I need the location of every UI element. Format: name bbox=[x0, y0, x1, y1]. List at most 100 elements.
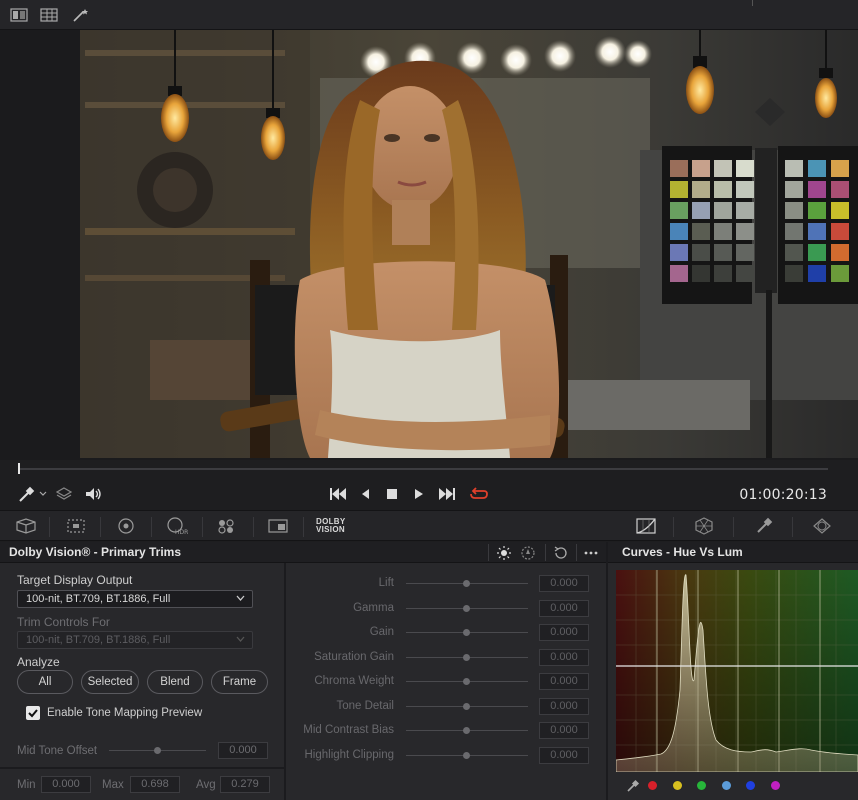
color-point-dot[interactable] bbox=[697, 781, 706, 790]
qualifier-grid-icon[interactable] bbox=[64, 517, 88, 535]
target-display-dropdown[interactable]: 100-nit, BT.709, BT.1886, Full bbox=[17, 590, 253, 608]
target-display-value: 100-nit, BT.709, BT.1886, Full bbox=[26, 593, 171, 605]
toolbar-separator bbox=[49, 517, 50, 537]
trim-value-field[interactable]: 0.000 bbox=[539, 673, 589, 690]
trim-value-field[interactable]: 0.000 bbox=[539, 722, 589, 739]
hdr-icon[interactable]: HDR bbox=[164, 517, 188, 535]
max-field[interactable]: 0.698 bbox=[130, 776, 180, 793]
curves-icon[interactable] bbox=[634, 517, 658, 535]
more-options-icon[interactable] bbox=[583, 545, 599, 561]
jump-to-end-icon[interactable] bbox=[437, 484, 457, 504]
curves-panel: Curves - Hue Vs Lum bbox=[608, 542, 858, 800]
toolbar-separator bbox=[202, 517, 203, 537]
step-back-icon[interactable] bbox=[358, 484, 372, 504]
speaker-icon[interactable] bbox=[84, 484, 102, 504]
grid-icon[interactable] bbox=[40, 8, 58, 22]
play-icon[interactable] bbox=[412, 484, 426, 504]
window-circle-icon[interactable] bbox=[114, 517, 138, 535]
toolbar-separator bbox=[100, 517, 101, 537]
magic-wand-icon[interactable] bbox=[72, 8, 90, 22]
palette-toolbar: HDR DOLBY VISION bbox=[0, 510, 858, 541]
brightness-icon[interactable] bbox=[496, 545, 512, 561]
svg-text:HDR: HDR bbox=[175, 529, 188, 535]
qualifier-eyedropper-icon[interactable] bbox=[752, 517, 776, 535]
trim-slider-knob[interactable] bbox=[463, 702, 470, 710]
toolbar-separator bbox=[151, 517, 152, 537]
trim-slider-knob[interactable] bbox=[463, 580, 470, 587]
color-point-dot[interactable] bbox=[672, 781, 682, 790]
vision-label: VISION bbox=[316, 525, 345, 534]
analyze-all-button[interactable]: All bbox=[17, 670, 73, 694]
dolby-vision-panel: Dolby Vision® - Primary Trims Target Dis… bbox=[0, 542, 606, 800]
color-point-dot[interactable] bbox=[648, 781, 657, 790]
tracker-icon[interactable] bbox=[214, 517, 238, 535]
mid-tone-offset-label: Mid Tone Offset bbox=[17, 745, 98, 757]
color-warper-icon[interactable] bbox=[14, 517, 38, 535]
mid-tone-offset-field[interactable]: 0.000 bbox=[218, 742, 268, 759]
playhead[interactable] bbox=[18, 463, 20, 474]
analyze-selected-button[interactable]: Selected bbox=[81, 670, 139, 694]
toolbar-separator bbox=[733, 517, 734, 537]
tone-mapping-checkbox[interactable] bbox=[26, 706, 40, 720]
header-separator bbox=[488, 544, 489, 561]
mid-tone-offset-knob[interactable] bbox=[154, 747, 161, 754]
min-field[interactable]: 0.000 bbox=[41, 776, 91, 793]
layers-icon[interactable] bbox=[56, 484, 72, 504]
curve-eyedropper-icon[interactable] bbox=[626, 779, 640, 793]
reset-icon[interactable] bbox=[553, 545, 569, 561]
timecode: 01:00:20:13 bbox=[739, 487, 827, 503]
analysis-icon[interactable] bbox=[520, 545, 536, 561]
trim-value-field[interactable]: 0.000 bbox=[539, 746, 589, 764]
stop-icon[interactable] bbox=[384, 484, 400, 504]
trim-value-field[interactable]: 0.000 bbox=[539, 599, 589, 617]
trim-label: Saturation Gain bbox=[314, 650, 394, 663]
panel-divider bbox=[606, 542, 608, 800]
trim-value-field[interactable]: 0.000 bbox=[539, 697, 589, 715]
analyze-blend-button[interactable]: Blend bbox=[147, 670, 203, 694]
sizing-icon[interactable] bbox=[266, 517, 290, 535]
trim-slider-knob[interactable] bbox=[463, 629, 470, 636]
toolbar-separator bbox=[253, 517, 254, 537]
video-frame[interactable] bbox=[80, 30, 858, 458]
toolbar-separator bbox=[673, 517, 674, 537]
header-separator bbox=[576, 544, 577, 561]
max-label: Max bbox=[102, 779, 124, 791]
viewer-layout-icon[interactable] bbox=[10, 8, 28, 22]
jump-to-start-icon[interactable] bbox=[328, 484, 348, 504]
trim-slider-knob[interactable] bbox=[463, 751, 470, 759]
chevron-down-icon bbox=[236, 636, 245, 642]
timeline-scrubber[interactable] bbox=[18, 468, 828, 470]
color-point-dot[interactable] bbox=[746, 781, 755, 790]
trim-value-field[interactable]: 0.000 bbox=[539, 624, 589, 641]
target-display-label: Target Display Output bbox=[17, 573, 133, 587]
color-point-dot[interactable] bbox=[721, 781, 731, 790]
eyedropper-icon[interactable] bbox=[18, 484, 48, 504]
top-toolbar bbox=[0, 0, 858, 30]
trim-slider-knob[interactable] bbox=[463, 604, 470, 612]
hue-vs-lum-graph[interactable] bbox=[616, 570, 858, 772]
trim-label: Gamma bbox=[353, 601, 394, 614]
panel-header: Dolby Vision® - Primary Trims bbox=[0, 542, 606, 563]
trim-value-field[interactable]: 0.000 bbox=[539, 648, 589, 666]
toolbar-divider bbox=[752, 0, 753, 6]
avg-field[interactable]: 0.279 bbox=[220, 776, 270, 793]
trim-label: Tone Detail bbox=[336, 699, 394, 712]
color-warper-hex-icon[interactable] bbox=[692, 517, 716, 535]
trim-controls-dropdown[interactable]: 100-nit, BT.709, BT.1886, Full bbox=[17, 631, 253, 649]
trim-label: Gain bbox=[369, 626, 394, 638]
color-dot-row bbox=[648, 779, 798, 791]
loop-icon[interactable] bbox=[469, 484, 489, 504]
curves-title: Curves - Hue Vs Lum bbox=[622, 545, 743, 559]
power-window-icon[interactable] bbox=[810, 517, 834, 535]
avg-label: Avg bbox=[196, 779, 216, 791]
trim-controls-label: Trim Controls For bbox=[17, 615, 110, 629]
trim-value-field[interactable]: 0.000 bbox=[539, 575, 589, 592]
dolby-vision-tab[interactable]: DOLBY VISION bbox=[316, 518, 346, 534]
panel-title: Dolby Vision® - Primary Trims bbox=[9, 545, 182, 559]
analyze-frame-button[interactable]: Frame bbox=[211, 670, 268, 694]
trim-slider-knob[interactable] bbox=[463, 653, 470, 661]
color-point-dot[interactable] bbox=[770, 781, 780, 790]
trim-slider-knob[interactable] bbox=[463, 727, 470, 734]
trim-slider-knob[interactable] bbox=[463, 678, 470, 685]
header-separator bbox=[545, 544, 546, 561]
